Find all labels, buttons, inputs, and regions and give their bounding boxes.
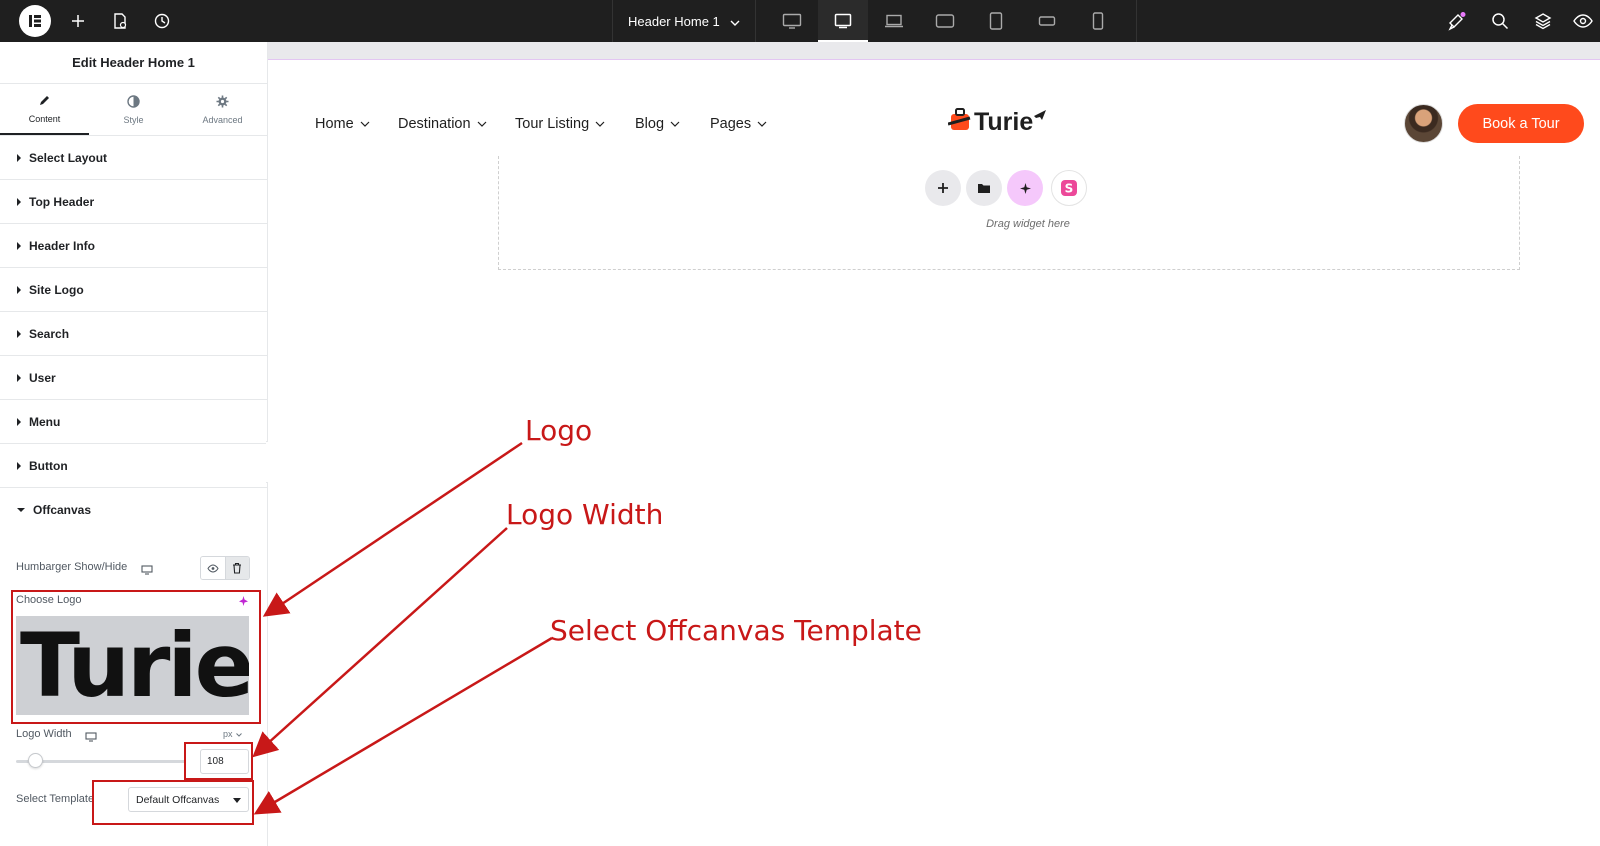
annotation-select-template: Select Offcanvas Template xyxy=(550,614,922,647)
annotation-logo-width: Logo Width xyxy=(506,498,664,531)
annotation-arrows xyxy=(252,441,553,815)
annotation-logo: Logo xyxy=(525,414,593,447)
